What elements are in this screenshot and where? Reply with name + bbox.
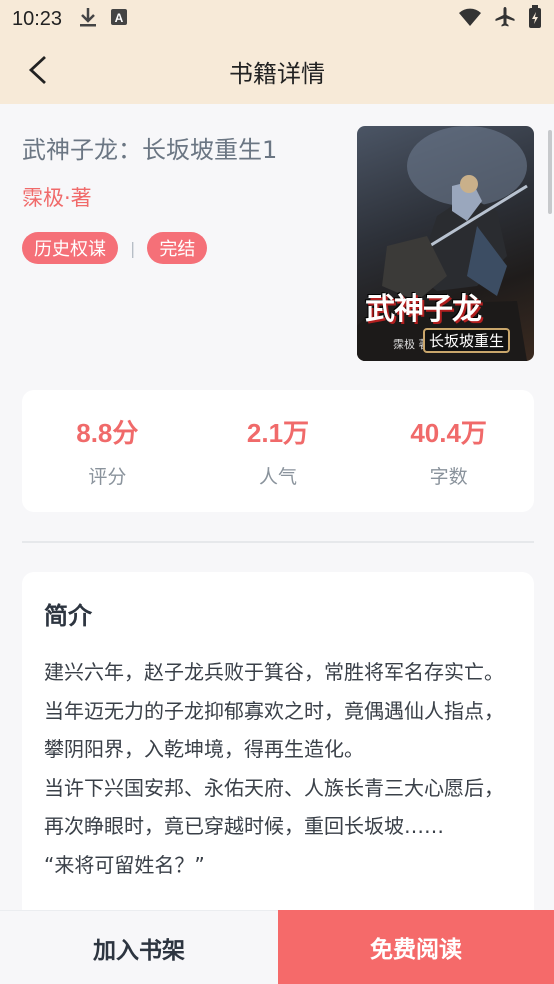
download-icon	[78, 6, 98, 32]
back-button[interactable]	[18, 52, 58, 92]
stat-rating: 8.8分 评分	[27, 413, 187, 489]
book-author[interactable]: 霂极·著	[22, 182, 92, 212]
book-header: 武神子龙：长坂坡重生1 霂极·著 历史权谋 | 完结 武神子龙 霂极 著 长坂坡…	[0, 104, 554, 374]
nav-bar: 书籍详情	[0, 38, 554, 104]
stat-value: 8.8分	[76, 418, 139, 448]
tag-separator: |	[130, 238, 136, 258]
cover-title: 武神子龙	[365, 292, 482, 327]
status-bar: 10:23 A	[0, 0, 554, 38]
stat-label: 评分	[88, 466, 127, 488]
stats-card: 8.8分 评分 2.1万 人气 40.4万 字数	[22, 390, 534, 512]
tag-status[interactable]: 完结	[147, 232, 208, 264]
tag-genre[interactable]: 历史权谋	[22, 232, 118, 264]
svg-text:A: A	[115, 11, 124, 25]
chevron-left-icon	[27, 55, 49, 89]
free-read-button[interactable]: 免费阅读	[278, 910, 554, 984]
stat-popularity: 2.1万 人气	[198, 413, 358, 489]
book-title: 武神子龙：长坂坡重生1	[22, 136, 278, 164]
airplane-icon	[494, 6, 516, 32]
tag-list: 历史权谋 | 完结	[22, 232, 208, 264]
wifi-icon	[458, 7, 482, 31]
stat-label: 字数	[429, 466, 468, 488]
intro-text: 建兴六年，赵子龙兵败于箕谷，常胜将军名存实亡。 当年迈无力的子龙抑郁寡欢之时，竟…	[44, 660, 504, 877]
intro-card: 简介 建兴六年，赵子龙兵败于箕谷，常胜将军名存实亡。 当年迈无力的子龙抑郁寡欢之…	[22, 572, 534, 910]
a-icon: A	[110, 8, 128, 30]
divider	[22, 541, 534, 543]
intro-heading: 简介	[44, 602, 92, 630]
cover-subtitle: 长坂坡重生	[423, 328, 511, 353]
stat-value: 2.1万	[246, 418, 310, 448]
bottom-action-bar: 加入书架 免费阅读	[0, 910, 554, 984]
page-title: 书籍详情	[229, 60, 325, 88]
battery-icon	[528, 5, 542, 33]
stat-value: 40.4万	[410, 418, 487, 448]
stat-word-count: 40.4万 字数	[369, 413, 529, 489]
content-scroll-area[interactable]: 武神子龙：长坂坡重生1 霂极·著 历史权谋 | 完结 武神子龙 霂极 著 长坂坡…	[0, 104, 554, 910]
add-to-shelf-button[interactable]: 加入书架	[0, 910, 278, 984]
status-time: 10:23	[12, 7, 63, 30]
scrollbar[interactable]	[548, 130, 552, 214]
stat-label: 人气	[258, 466, 297, 488]
book-cover[interactable]: 武神子龙 霂极 著 长坂坡重生	[357, 126, 534, 361]
